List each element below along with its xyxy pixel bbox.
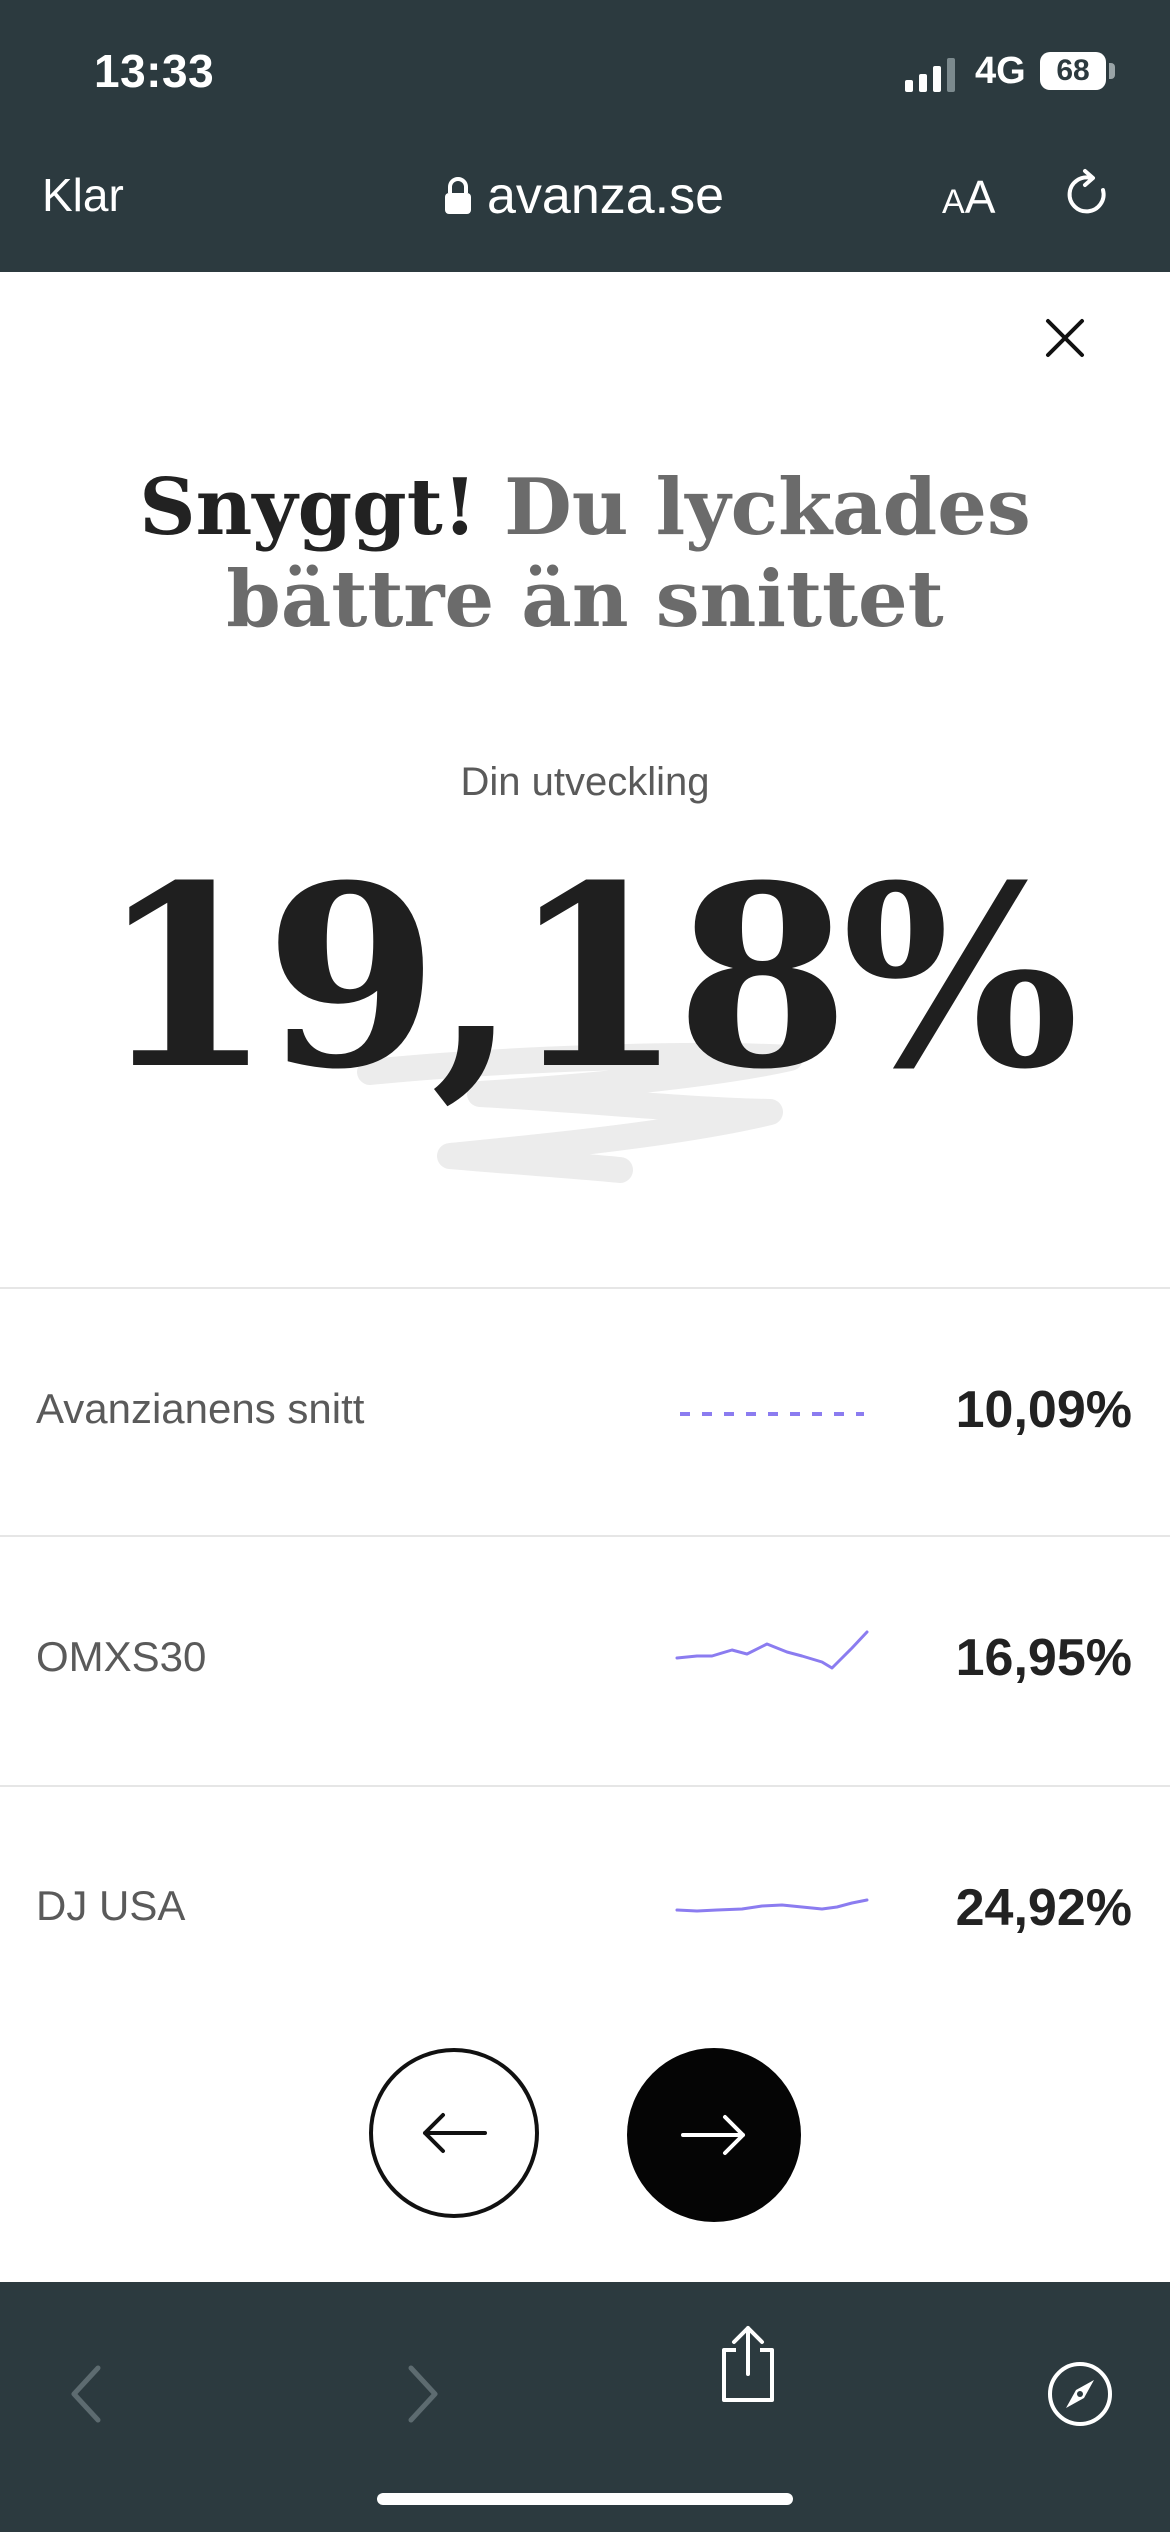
- text-size-large: A: [964, 171, 996, 223]
- comparison-label: DJ USA: [36, 1882, 186, 1929]
- browser-top-bar: 13:33 4G 68 Klar avanza.se AA: [0, 0, 1170, 272]
- text-size-button[interactable]: AA: [942, 170, 995, 224]
- result-value: 19,18%: [98, 830, 1079, 1124]
- comparison-value: 10,09%: [955, 1381, 1132, 1439]
- comparison-label: OMXS30: [36, 1633, 207, 1680]
- chevron-right-icon[interactable]: [403, 2362, 443, 2426]
- arrow-left-icon: [423, 2113, 487, 2153]
- close-icon[interactable]: [1040, 313, 1090, 363]
- omxs30-sparkline: [675, 1630, 869, 1670]
- headline-strong: Snyggt!: [139, 462, 477, 553]
- compass-icon[interactable]: [1044, 2358, 1116, 2430]
- text-size-small: A: [942, 183, 965, 221]
- result-headline: Snyggt! Du lyckades bättre än snittet: [80, 462, 1090, 646]
- average-dashed-line: [680, 1412, 864, 1416]
- battery-icon: 68: [1040, 52, 1106, 90]
- comparison-label: Avanzianens snitt: [36, 1385, 365, 1432]
- arrow-right-icon: [681, 2115, 745, 2155]
- next-button[interactable]: [627, 2048, 801, 2222]
- djusa-sparkline: [675, 1898, 869, 1913]
- divider: [0, 1785, 1170, 1787]
- reload-icon[interactable]: [1063, 168, 1113, 222]
- battery-tip: [1109, 63, 1115, 79]
- result-subtitle: Din utveckling: [460, 760, 710, 804]
- url-text: avanza.se: [487, 167, 725, 225]
- comparison-value: 16,95%: [955, 1629, 1132, 1687]
- signal-icon: [905, 56, 955, 92]
- chevron-left-icon[interactable]: [66, 2362, 106, 2426]
- share-icon[interactable]: [716, 2322, 780, 2406]
- network-type: 4G: [975, 50, 1026, 92]
- lock-icon: [445, 177, 471, 214]
- status-time: 13:33: [94, 45, 215, 97]
- address-bar[interactable]: avanza.se: [443, 166, 724, 226]
- previous-button[interactable]: [369, 2048, 539, 2218]
- divider: [0, 1287, 1170, 1289]
- home-indicator[interactable]: [377, 2493, 793, 2505]
- comparison-value: 24,92%: [955, 1879, 1132, 1937]
- done-button[interactable]: Klar: [42, 168, 124, 222]
- divider: [0, 1535, 1170, 1537]
